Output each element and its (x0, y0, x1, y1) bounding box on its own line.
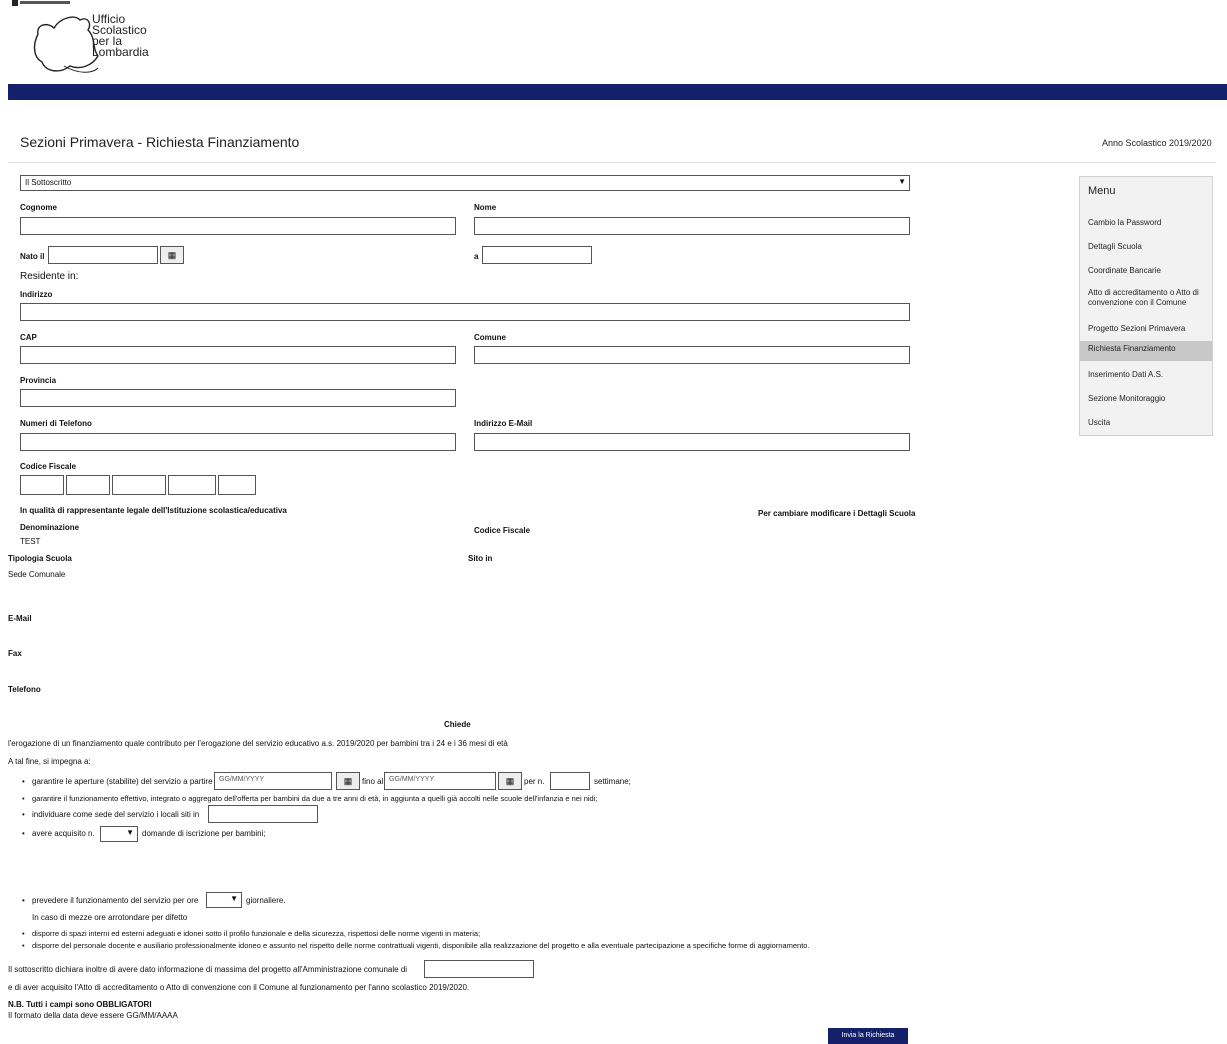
formato-text: Il formato della data deve essere GG/MM/… (8, 1011, 178, 1020)
sito-label: Sito in (468, 554, 493, 563)
calendar-icon[interactable]: ▦ (498, 772, 522, 790)
submit-button[interactable]: Invia la Richiesta (828, 1028, 908, 1044)
cambiare-link[interactable]: Per cambiare modificare i Dettagli Scuol… (758, 509, 915, 518)
settimane-label: settimane; (594, 777, 631, 786)
birth-date-input[interactable] (48, 246, 158, 264)
calendar-icon[interactable]: ▦ (336, 772, 360, 790)
qualita-text: In qualità di rappresentante legale dell… (20, 506, 287, 515)
school-year: Anno Scolastico 2019/2020 (1102, 138, 1212, 148)
cf-input-3[interactable] (112, 475, 166, 495)
cf-input-4[interactable] (168, 475, 216, 495)
cf-input-5[interactable] (218, 475, 256, 495)
menu-title: Menu (1088, 185, 1116, 197)
cf-input-2[interactable] (66, 475, 110, 495)
calendar-icon[interactable]: ▦ (160, 246, 184, 264)
telefono-input[interactable] (20, 433, 456, 451)
bullet-3-text: individuare come sede del servizio i loc… (22, 810, 199, 819)
acquisito-text: e di aver acquisito l'Atto di accreditam… (8, 983, 470, 992)
menu-item-coordinate-bancarie[interactable]: Coordinate Bancarie (1080, 263, 1212, 279)
menu-item-inserimento-dati[interactable]: Inserimento Dati A.S. (1080, 367, 1212, 383)
bullet-2-text: garantire il funzionamento effettivo, in… (22, 794, 597, 803)
cap-label: CAP (20, 333, 37, 342)
cognome-input[interactable] (20, 217, 456, 235)
menu-item-progetto[interactable]: Progetto Sezioni Primavera (1080, 321, 1212, 337)
indirizzo-input[interactable] (20, 303, 910, 321)
domande-select[interactable]: ▼ (100, 826, 138, 842)
bullet-7-text: disporre del personale docente e ausilia… (22, 941, 810, 950)
cap-input[interactable] (20, 346, 456, 364)
indirizzo-label: Indirizzo (20, 290, 53, 299)
denominazione-value: TEST (20, 537, 41, 546)
provincia-label: Provincia (20, 376, 57, 385)
bullet-6-text: disporre di spazi interni ed esterni ade… (22, 929, 480, 938)
per-n-label: per n. (524, 777, 545, 786)
comune-sede-label: Sede Comunale (8, 570, 66, 579)
impegno-text: A tal fine, si impegna a: (8, 757, 91, 766)
nato-label: Nato il (20, 252, 45, 261)
residente-label: Residente in: (20, 271, 79, 282)
telefono-label: Numeri di Telefono (20, 419, 92, 428)
email2-label: E-Mail (8, 614, 32, 623)
provincia-input[interactable] (20, 389, 456, 407)
bullet-4-text2: domande di iscrizione per bambini; (142, 829, 266, 838)
telefono2-label: Telefono (8, 685, 41, 694)
menu-item-cambio-password[interactable]: Cambio la Password (1080, 215, 1212, 231)
chevron-down-icon: ▼ (898, 177, 906, 186)
comune-informato-input[interactable] (424, 960, 534, 978)
cf-scuola-label: Codice Fiscale (474, 526, 531, 535)
bullet-1-text: garantire le aperture (stabilite) del se… (22, 777, 225, 786)
chevron-down-icon: ▼ (126, 828, 134, 837)
denominazione-label: Denominazione (20, 523, 80, 532)
fax-label: Fax (8, 649, 22, 658)
weeks-input[interactable] (550, 772, 590, 790)
ore-select[interactable]: ▼ (206, 892, 242, 908)
menu-item-richiesta-finanziamento[interactable]: Richiesta Finanziamento (1080, 341, 1212, 361)
a-label: a (474, 252, 479, 261)
email-label: Indirizzo E-Mail (474, 419, 533, 428)
note-text: In caso di mezze ore arrotondare per dif… (32, 913, 188, 922)
cognome-label: Cognome (20, 203, 57, 212)
comune-label: Comune (474, 333, 506, 342)
birth-place-input[interactable] (482, 246, 592, 264)
side-menu: Menu Cambio la Password Dettagli Scuola … (1079, 176, 1213, 436)
nb-text: N.B. Tutti i campi sono OBBLIGATORI (8, 1000, 152, 1009)
title-select[interactable]: Il Sottoscritto ▼ (20, 175, 910, 191)
menu-item-uscita[interactable]: Uscita (1080, 415, 1212, 431)
email-input[interactable] (474, 433, 910, 451)
sede-input[interactable] (208, 805, 318, 823)
page-title: Sezioni Primavera - Richiesta Finanziame… (20, 134, 300, 150)
fino-al-label: fino al (362, 777, 384, 786)
bullet-4-text: avere acquisito n. (22, 829, 95, 838)
erogazione-text: l'erogazione di un finanziamento quale c… (8, 739, 508, 748)
bullet-5-text2: giornaliere. (246, 896, 286, 905)
chiede-heading: Chiede (444, 720, 471, 729)
bullet-5-text: prevedere il funzionamento del servizio … (22, 896, 198, 905)
nome-label: Nome (474, 203, 497, 212)
title-select-value: Il Sottoscritto (25, 178, 72, 187)
start-date-placeholder: GG/MM/YYYY (219, 776, 265, 783)
top-bar (8, 84, 1227, 100)
menu-item-monitoraggio[interactable]: Sezione Monitoraggio (1080, 391, 1212, 407)
menu-item-dettagli-scuola[interactable]: Dettagli Scuola (1080, 239, 1212, 255)
cf-label: Codice Fiscale (20, 462, 77, 471)
tipologia-label: Tipologia Scuola (8, 554, 72, 563)
end-date-placeholder: GG/MM/YYYY (389, 776, 435, 783)
divider (8, 162, 1216, 163)
logo-text: Ufficio Scolastico per la Lombardia (92, 13, 149, 59)
start-date-input[interactable]: GG/MM/YYYY (214, 772, 332, 790)
menu-item-atto-accreditamento[interactable]: Atto di accreditamento o Atto di convenz… (1080, 285, 1212, 311)
cf-input-1[interactable] (20, 475, 64, 495)
dichiara-text: Il sottoscritto dichiara inoltre di aver… (8, 965, 408, 974)
comune-input[interactable] (474, 346, 910, 364)
nome-input[interactable] (474, 217, 910, 235)
end-date-input[interactable]: GG/MM/YYYY (384, 772, 496, 790)
chevron-down-icon: ▼ (230, 894, 238, 903)
logo-line-4: Lombardia (92, 45, 149, 59)
